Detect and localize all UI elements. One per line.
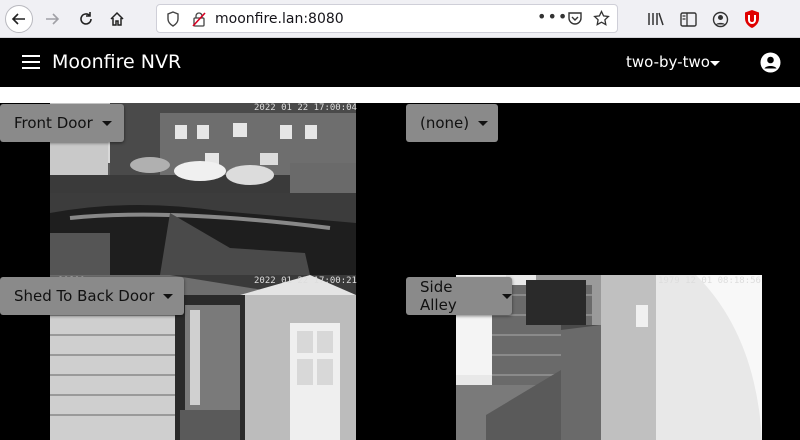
insecure-lock-icon[interactable] <box>192 11 206 31</box>
timestamp: 2022 01 22 17:00:04 <box>254 103 357 113</box>
bookmark-star-icon[interactable] <box>593 9 610 31</box>
app-bar: Moonfire NVR two-by-two <box>0 39 800 87</box>
forward-icon[interactable] <box>38 5 66 33</box>
home-icon[interactable] <box>103 5 131 33</box>
camera-cell-front-door: 2022 01 22 17:00:04 Front Door <box>0 103 400 275</box>
camera-selector-shed-to-back-door[interactable]: Shed To Back Door <box>0 277 184 315</box>
camera-cell-none: (none) <box>400 103 800 275</box>
camera-grid: 2022 01 22 17:00:04 Front Door (none) 20… <box>0 103 800 440</box>
account-circle-icon[interactable] <box>710 9 730 29</box>
sidebar-icon[interactable] <box>678 9 698 29</box>
menu-icon[interactable] <box>22 55 40 69</box>
camera-selector-label: Side Alley <box>420 278 457 314</box>
camera-selector-none[interactable]: (none) <box>406 104 498 142</box>
chevron-down-icon <box>502 293 512 299</box>
camera-selector-label: Shed To Back Door <box>14 287 155 305</box>
camera-selector-front-door[interactable]: Front Door <box>0 104 124 142</box>
user-account-icon[interactable] <box>760 52 781 77</box>
url-text: moonfire.lan:8080 <box>215 11 344 27</box>
camera-selector-side-alley[interactable]: Side Alley <box>406 277 512 315</box>
browser-toolbar: moonfire.lan:8080 ••• <box>0 0 800 38</box>
tracking-shield-icon[interactable] <box>166 11 180 31</box>
url-bar[interactable]: moonfire.lan:8080 ••• <box>156 4 618 33</box>
toolbar-separator <box>0 87 800 103</box>
camera-cell-side-alley: 1979 12 01 08:18:56 Side Alley <box>400 275 800 440</box>
more-actions-icon[interactable]: ••• <box>537 7 568 26</box>
layout-dropdown[interactable]: two-by-two <box>626 53 710 71</box>
timestamp: 2022 01 22 17:00:21 <box>254 276 357 286</box>
chevron-down-icon <box>163 293 174 299</box>
timestamp: 1979 12 01 08:18:56 <box>658 276 761 286</box>
chevron-down-icon <box>101 120 112 126</box>
app-title: Moonfire NVR <box>52 51 182 73</box>
camera-selector-label: Front Door <box>14 114 93 132</box>
ublock-icon[interactable] <box>742 9 762 29</box>
pocket-icon[interactable] <box>567 11 583 30</box>
camera-cell-shed-to-back-door: 10800 2022 01 22 17:00:21 Shed To Back D… <box>0 275 400 440</box>
back-icon[interactable] <box>5 5 33 33</box>
chevron-down-icon <box>478 120 489 126</box>
reload-icon[interactable] <box>72 5 100 33</box>
camera-selector-label: (none) <box>420 114 470 132</box>
chevron-down-icon[interactable] <box>710 61 720 66</box>
library-icon[interactable] <box>646 9 666 29</box>
